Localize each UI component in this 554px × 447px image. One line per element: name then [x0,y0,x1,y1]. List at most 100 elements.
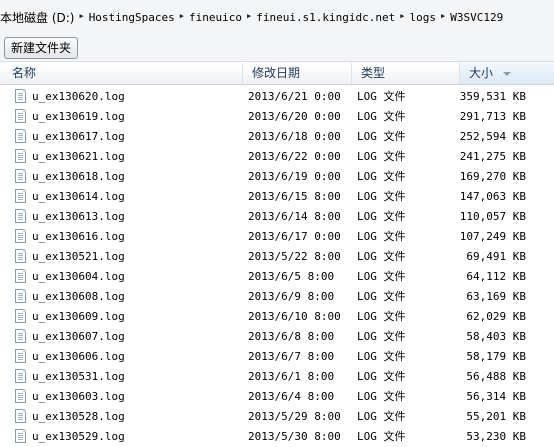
column-header-type-label: 类型 [361,66,386,80]
file-name: u_ex130608.log [32,290,125,303]
file-type: LOG 文件 [357,370,406,383]
file-name: u_ex130609.log [32,310,125,323]
file-modified-date: 2013/5/22 8:00 [248,250,341,263]
file-row[interactable]: u_ex130609.log 2013/6/10 8:00 LOG 文件 62,029… [0,307,554,327]
file-type: LOG 文件 [357,430,406,443]
file-size: 56,488 KB [466,370,526,383]
file-name: u_ex130528.log [32,410,125,423]
log-file-icon [15,129,26,143]
file-name: u_ex130621.log [32,150,125,163]
file-size: 241,275 KB [459,150,526,163]
file-modified-date: 2013/5/29 8:00 [248,410,341,423]
file-row[interactable]: u_ex130606.log 2013/6/7 8:00 LOG 文件 58,179 … [0,347,554,367]
file-type: LOG 文件 [357,410,406,423]
file-modified-date: 2013/6/15 8:00 [248,190,341,203]
file-row[interactable]: u_ex130614.log 2013/6/15 8:00 LOG 文件 147,06… [0,187,554,207]
file-row[interactable]: u_ex130607.log 2013/6/8 8:00 LOG 文件 58,403 … [0,327,554,347]
log-file-icon [15,409,26,423]
file-type: LOG 文件 [357,110,406,123]
file-name: u_ex130529.log [32,430,125,443]
file-modified-date: 2013/6/1 8:00 [248,370,335,383]
column-header-size-label: 大小 [469,66,494,80]
file-modified-date: 2013/6/9 8:00 [248,290,335,303]
file-type: LOG 文件 [357,250,406,263]
file-name: u_ex130607.log [32,330,125,343]
file-size: 55,201 KB [466,410,526,423]
file-modified-date: 2013/6/19 0:00 [248,170,341,183]
chevron-right-icon[interactable]: ▶ [176,12,188,20]
chevron-right-icon[interactable]: ▶ [437,12,449,20]
breadcrumb-item-w3svc129[interactable]: W3SVC129 [449,11,504,24]
breadcrumb-item-fineuico[interactable]: fineuico [188,11,243,24]
file-type: LOG 文件 [357,150,406,163]
file-modified-date: 2013/6/4 8:00 [248,390,335,403]
file-size: 147,063 KB [459,190,526,203]
chevron-right-icon[interactable]: ▶ [396,12,408,20]
file-size: 110,057 KB [459,210,526,223]
file-row[interactable]: u_ex130604.log 2013/6/5 8:00 LOG 文件 64,112 … [0,267,554,287]
log-file-icon [15,269,26,283]
column-header-name-label: 名称 [12,66,37,80]
column-header-name[interactable]: 名称 [0,63,243,84]
file-type: LOG 文件 [357,170,406,183]
breadcrumb-item-site[interactable]: fineui.s1.kingidc.net [255,11,396,24]
file-row[interactable]: u_ex130621.log 2013/6/22 0:00 LOG 文件 241,27… [0,147,554,167]
file-type: LOG 文件 [357,310,406,323]
log-file-icon [15,209,26,223]
file-modified-date: 2013/6/8 8:00 [248,330,335,343]
file-type: LOG 文件 [357,130,406,143]
column-header-size[interactable]: 大小 [460,63,554,84]
log-file-icon [15,349,26,363]
breadcrumb-item-hostingspaces[interactable]: HostingSpaces [88,11,176,24]
file-size: 69,491 KB [466,250,526,263]
file-name: u_ex130614.log [32,190,125,203]
file-size: 359,531 KB [459,90,526,103]
file-row[interactable]: u_ex130617.log 2013/6/18 0:00 LOG 文件 252,59… [0,127,554,147]
file-row[interactable]: u_ex130531.log 2013/6/1 8:00 LOG 文件 56,488 … [0,367,554,387]
log-file-icon [15,229,26,243]
file-row[interactable]: u_ex130603.log 2013/6/4 8:00 LOG 文件 56,314 … [0,387,554,407]
column-header-date[interactable]: 修改日期 [243,63,352,84]
log-file-icon [15,369,26,383]
log-file-icon [15,329,26,343]
file-name: u_ex130618.log [32,170,125,183]
file-row[interactable]: u_ex130613.log 2013/6/14 8:00 LOG 文件 110,05… [0,207,554,227]
log-file-icon [15,109,26,123]
file-type: LOG 文件 [357,390,406,403]
chevron-right-icon[interactable]: ▶ [243,12,255,20]
file-name: u_ex130606.log [32,350,125,363]
file-row[interactable]: u_ex130619.log 2013/6/20 0:00 LOG 文件 291,71… [0,107,554,127]
file-row[interactable]: u_ex130608.log 2013/6/9 8:00 LOG 文件 63,169 … [0,287,554,307]
file-row[interactable]: u_ex130616.log 2013/6/17 0:00 LOG 文件 107,24… [0,227,554,247]
file-size: 64,112 KB [466,270,526,283]
file-type: LOG 文件 [357,230,406,243]
log-file-icon [15,89,26,103]
file-name: u_ex130616.log [32,230,125,243]
file-row[interactable]: u_ex130521.log 2013/5/22 8:00 LOG 文件 69,491… [0,247,554,267]
column-header-type[interactable]: 类型 [352,63,460,84]
file-size: 62,029 KB [466,310,526,323]
log-file-icon [15,289,26,303]
file-size: 107,249 KB [459,230,526,243]
breadcrumb-item-logs[interactable]: logs [409,11,438,24]
file-type: LOG 文件 [357,270,406,283]
file-row[interactable]: u_ex130618.log 2013/6/19 0:00 LOG 文件 169,27… [0,167,554,187]
file-row[interactable]: u_ex130620.log 2013/6/21 0:00 LOG 文件 359,53… [0,87,554,107]
file-modified-date: 2013/6/18 0:00 [248,130,341,143]
file-row[interactable]: u_ex130528.log 2013/5/29 8:00 LOG 文件 55,201… [0,407,554,427]
toolbar: 新建文件夹 [0,34,554,62]
log-file-icon [15,389,26,403]
log-file-icon [15,249,26,263]
column-header-date-label: 修改日期 [252,66,301,80]
breadcrumb-item-drive[interactable]: 本地磁盘 (D:) [0,9,75,26]
file-name: u_ex130613.log [32,210,125,223]
new-folder-button[interactable]: 新建文件夹 [4,37,79,59]
file-row[interactable]: u_ex130529.log 2013/5/30 8:00 LOG 文件 53,230… [0,427,554,447]
file-size: 63,169 KB [466,290,526,303]
file-size: 53,230 KB [466,430,526,443]
file-type: LOG 文件 [357,90,406,103]
chevron-right-icon[interactable]: ▶ [75,12,87,20]
log-file-icon [15,189,26,203]
file-size: 252,594 KB [459,130,526,143]
file-name: u_ex130620.log [32,90,125,103]
